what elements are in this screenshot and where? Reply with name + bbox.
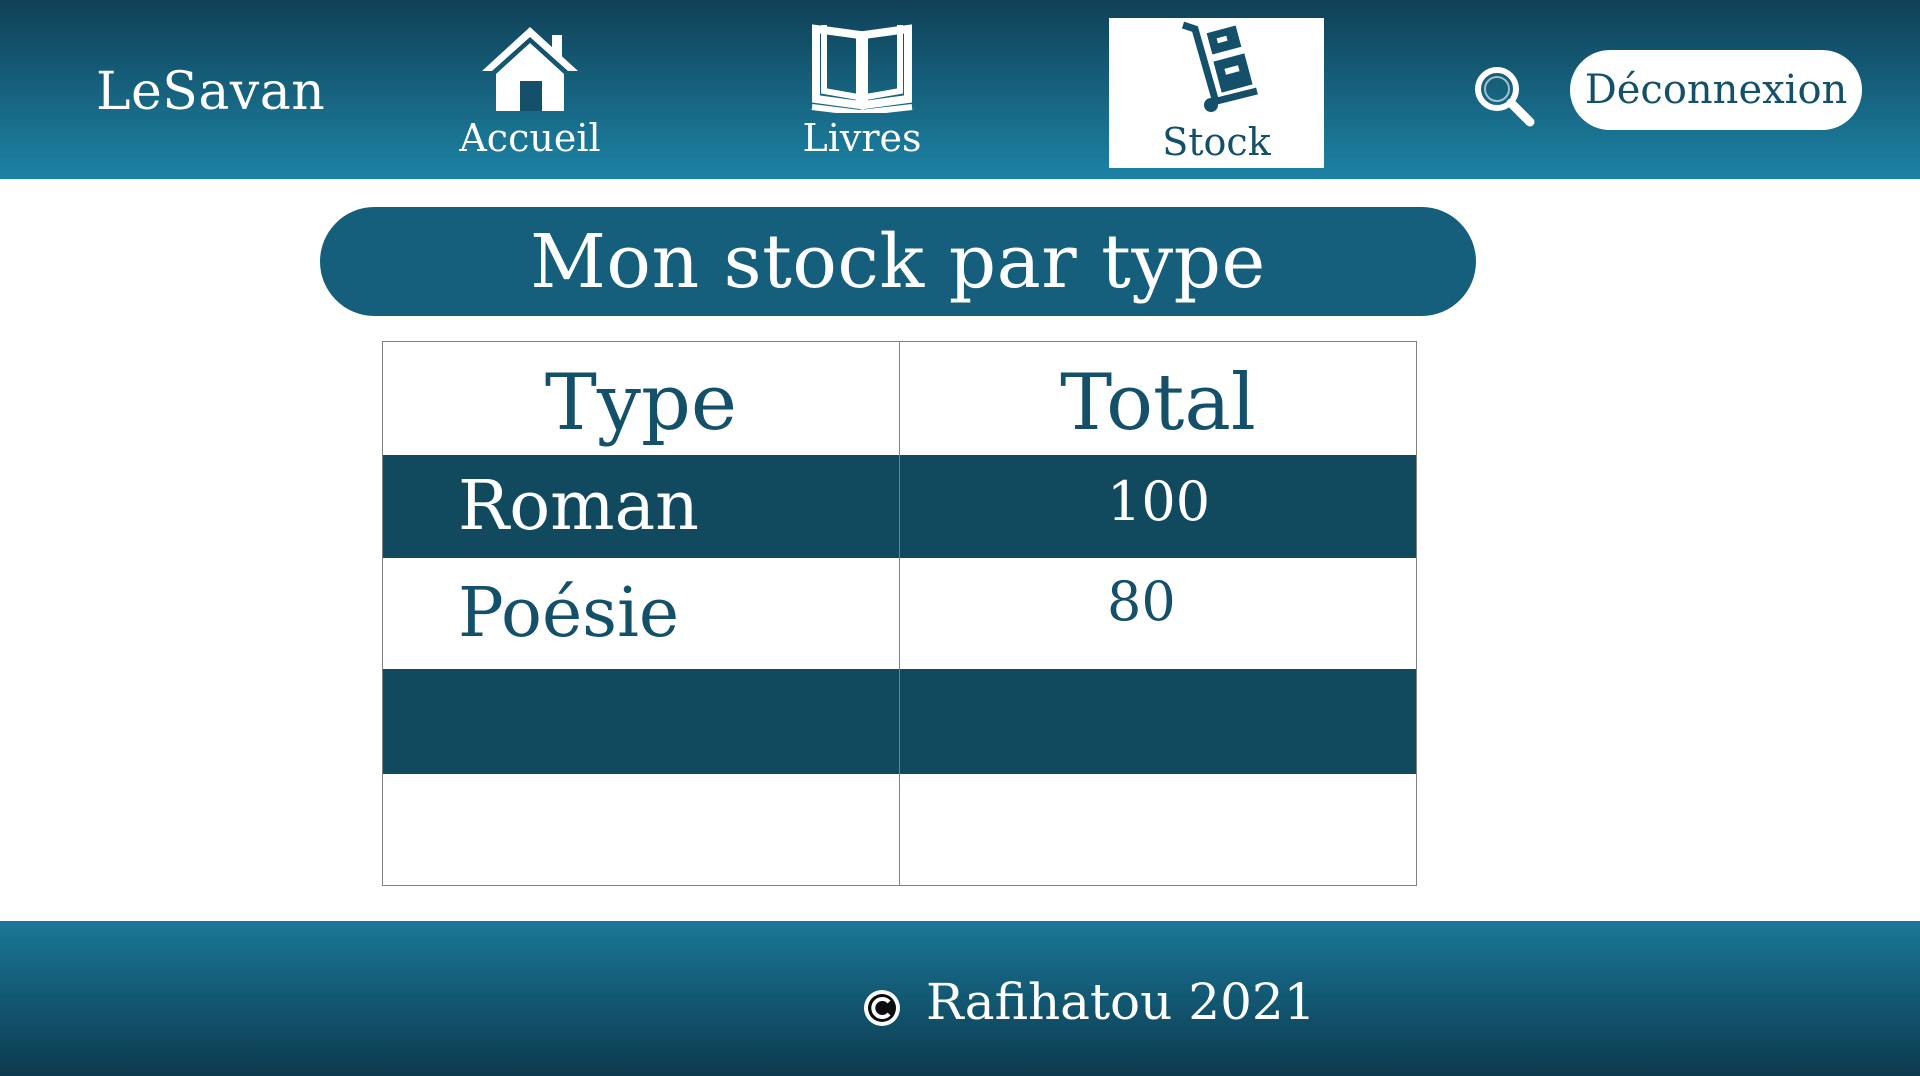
nav-label-livres: Livres xyxy=(802,116,922,160)
copyright-icon xyxy=(862,982,902,1026)
cell-type xyxy=(382,773,900,886)
cell-total: 100 xyxy=(899,454,1417,558)
nav-item-livres[interactable]: Livres xyxy=(756,18,968,168)
cell-type: Poésie xyxy=(382,557,900,669)
table-row[interactable] xyxy=(382,668,1417,774)
footer-text: Rafihatou 2021 xyxy=(926,973,1316,1031)
home-icon xyxy=(475,18,585,116)
nav-item-stock[interactable]: Stock xyxy=(1109,18,1324,168)
table-row[interactable]: Poésie 80 xyxy=(382,557,1417,669)
cell-type xyxy=(382,668,900,774)
table-row[interactable] xyxy=(382,773,1417,886)
cell-total xyxy=(899,773,1417,886)
page-title: Mon stock par type xyxy=(530,218,1266,305)
top-nav-bar: LeSavan Accueil Livres Stock Déconnexion xyxy=(0,0,1920,179)
book-icon xyxy=(807,18,917,116)
hand-truck-icon xyxy=(1162,18,1272,116)
cell-type: Roman xyxy=(382,454,900,558)
app-logo[interactable]: LeSavan xyxy=(96,62,325,122)
cell-total xyxy=(899,668,1417,774)
page-title-banner: Mon stock par type xyxy=(320,207,1476,316)
cell-total: 80 xyxy=(899,557,1417,669)
nav-item-accueil[interactable]: Accueil xyxy=(424,18,636,168)
table-header-row: Type Total xyxy=(382,341,1417,455)
column-header-type: Type xyxy=(382,341,900,455)
search-icon[interactable] xyxy=(1470,62,1540,132)
nav-label-stock: Stock xyxy=(1162,120,1271,164)
column-header-total: Total xyxy=(899,341,1417,455)
table-row[interactable]: Roman 100 xyxy=(382,454,1417,558)
footer: Rafihatou 2021 xyxy=(0,921,1920,1076)
stock-table: Type Total Roman 100 Poésie 80 xyxy=(382,341,1417,886)
nav-label-accueil: Accueil xyxy=(459,116,601,160)
logout-button[interactable]: Déconnexion xyxy=(1570,50,1862,130)
footer-copyright: Rafihatou 2021 xyxy=(862,973,1316,1031)
page: LeSavan Accueil Livres Stock Déconnexion… xyxy=(0,0,1920,1076)
